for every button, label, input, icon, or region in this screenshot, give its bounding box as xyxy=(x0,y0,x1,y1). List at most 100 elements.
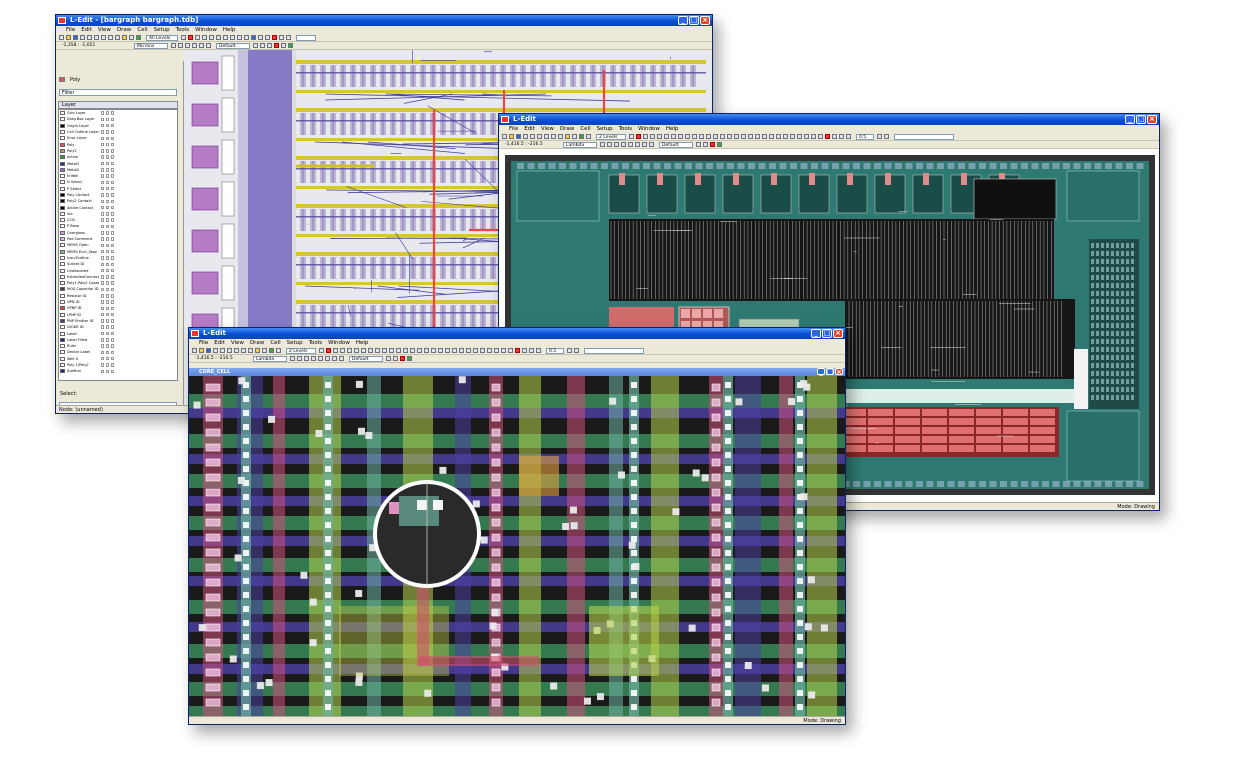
probe-icon[interactable] xyxy=(797,134,802,139)
trace-icon[interactable] xyxy=(818,134,823,139)
menu-file[interactable]: File xyxy=(66,27,75,33)
layer-visibility-checkbox[interactable] xyxy=(105,287,109,292)
extract-icon[interactable] xyxy=(326,348,331,353)
close-button[interactable]: × xyxy=(833,329,843,338)
rotate-icon[interactable] xyxy=(664,134,669,139)
layer-visibility-checkbox[interactable] xyxy=(110,287,114,292)
cell-close-button[interactable]: × xyxy=(835,368,843,376)
units-select[interactable]: Lambda xyxy=(253,355,287,362)
layer-visibility-checkbox[interactable] xyxy=(110,186,114,191)
align-icon[interactable] xyxy=(202,35,207,40)
label-tool-icon[interactable] xyxy=(267,43,272,48)
flip-icon[interactable] xyxy=(657,134,662,139)
new-file-icon[interactable] xyxy=(59,35,64,40)
layer-visibility-checkbox[interactable] xyxy=(100,268,104,273)
redo-icon[interactable] xyxy=(558,134,563,139)
layer-visibility-checkbox[interactable] xyxy=(110,174,114,178)
layer-visibility-checkbox[interactable] xyxy=(100,218,104,222)
cell-minimize-button[interactable]: _ xyxy=(817,368,825,376)
levels-select[interactable]: 2 Levels xyxy=(596,133,626,140)
layer-visibility-checkbox[interactable] xyxy=(100,149,104,153)
find-icon[interactable] xyxy=(586,134,591,139)
menu-cell[interactable]: Cell xyxy=(580,126,590,132)
open-file-icon[interactable] xyxy=(509,134,514,139)
layer-visibility-checkbox[interactable] xyxy=(110,331,114,336)
layer-visibility-checkbox[interactable] xyxy=(100,123,104,128)
hier-icon[interactable] xyxy=(424,348,429,353)
route-tool-icon[interactable] xyxy=(288,43,293,48)
layer-visibility-checkbox[interactable] xyxy=(105,199,109,204)
menu-window[interactable]: Window xyxy=(638,126,660,132)
menu-view[interactable]: View xyxy=(98,27,111,33)
layer-visibility-checkbox[interactable] xyxy=(105,350,109,355)
extract-icon[interactable] xyxy=(188,35,193,40)
cut-icon[interactable] xyxy=(87,35,92,40)
flip-icon[interactable] xyxy=(209,35,214,40)
minimize-button[interactable]: _ xyxy=(811,329,821,338)
layer-visibility-checkbox[interactable] xyxy=(110,168,114,172)
layer-visibility-checkbox[interactable] xyxy=(110,161,114,166)
error-icon[interactable] xyxy=(272,35,277,40)
paste-icon[interactable] xyxy=(101,35,106,40)
new-file-icon[interactable] xyxy=(192,348,197,353)
mirror-icon[interactable] xyxy=(727,134,732,139)
menu-help[interactable]: Help xyxy=(356,340,369,346)
units-select[interactable]: Microns xyxy=(134,42,168,49)
polygon-tool-icon[interactable] xyxy=(614,142,619,147)
units-select[interactable]: Lambda xyxy=(563,141,597,148)
mirror-icon[interactable] xyxy=(417,348,422,353)
layer-visibility-checkbox[interactable] xyxy=(110,350,114,355)
layer-visibility-checkbox[interactable] xyxy=(100,174,104,178)
levels-select[interactable]: 2 Levels xyxy=(286,347,316,354)
layer-visibility-checkbox[interactable] xyxy=(105,243,109,248)
save-icon[interactable] xyxy=(516,134,521,139)
layer-visibility-checkbox[interactable] xyxy=(105,218,109,222)
layer-visibility-checkbox[interactable] xyxy=(105,149,109,153)
layer-visibility-checkbox[interactable] xyxy=(110,344,114,348)
polygon-tool-icon[interactable] xyxy=(185,43,190,48)
save-icon[interactable] xyxy=(73,35,78,40)
lvs-icon[interactable] xyxy=(643,134,648,139)
cut-icon[interactable] xyxy=(530,134,535,139)
clear-icon[interactable] xyxy=(522,348,527,353)
port-tool-icon[interactable] xyxy=(206,43,211,48)
pop-icon[interactable] xyxy=(445,348,450,353)
layer-visibility-checkbox[interactable] xyxy=(105,174,109,178)
menu-setup[interactable]: Setup xyxy=(597,126,613,132)
menu-tools[interactable]: Tools xyxy=(309,340,323,346)
array-icon[interactable] xyxy=(720,134,725,139)
circle-tool-icon[interactable] xyxy=(628,142,633,147)
layer-visibility-checkbox[interactable] xyxy=(110,319,114,323)
layer-visibility-checkbox[interactable] xyxy=(110,306,114,311)
layer-visibility-checkbox[interactable] xyxy=(100,281,104,285)
layer-visibility-checkbox[interactable] xyxy=(105,249,109,254)
cross-icon[interactable] xyxy=(494,348,499,353)
layer-visibility-checkbox[interactable] xyxy=(110,256,114,260)
layer-visibility-checkbox[interactable] xyxy=(105,294,109,298)
box-tool-icon[interactable] xyxy=(297,356,302,361)
layer-visibility-checkbox[interactable] xyxy=(110,237,114,241)
layer-visibility-checkbox[interactable] xyxy=(100,319,104,323)
close-button[interactable]: × xyxy=(700,16,710,25)
box-tool-icon[interactable] xyxy=(607,142,612,147)
polygon-tool-icon[interactable] xyxy=(304,356,309,361)
layer-visibility-checkbox[interactable] xyxy=(110,142,114,147)
layer-visibility-checkbox[interactable] xyxy=(105,262,109,267)
trace-icon[interactable] xyxy=(508,348,513,353)
menu-setup[interactable]: Setup xyxy=(287,340,303,346)
port-tool-icon[interactable] xyxy=(635,142,640,147)
layer-visibility-checkbox[interactable] xyxy=(100,180,104,185)
align-icon[interactable] xyxy=(650,134,655,139)
layer-visibility-checkbox[interactable] xyxy=(100,237,104,241)
layer-visibility-checkbox[interactable] xyxy=(100,312,104,317)
search-field[interactable] xyxy=(894,133,954,140)
menu-edit[interactable]: Edit xyxy=(81,27,92,33)
layer-visibility-checkbox[interactable] xyxy=(110,218,114,222)
layer-visibility-checkbox[interactable] xyxy=(110,130,114,134)
circle-tool-icon[interactable] xyxy=(199,43,204,48)
layer-visibility-checkbox[interactable] xyxy=(105,136,109,141)
drc-icon[interactable] xyxy=(579,134,584,139)
align-icon[interactable] xyxy=(340,348,345,353)
layer-visibility-checkbox[interactable] xyxy=(110,338,114,342)
grow-icon[interactable] xyxy=(706,134,711,139)
